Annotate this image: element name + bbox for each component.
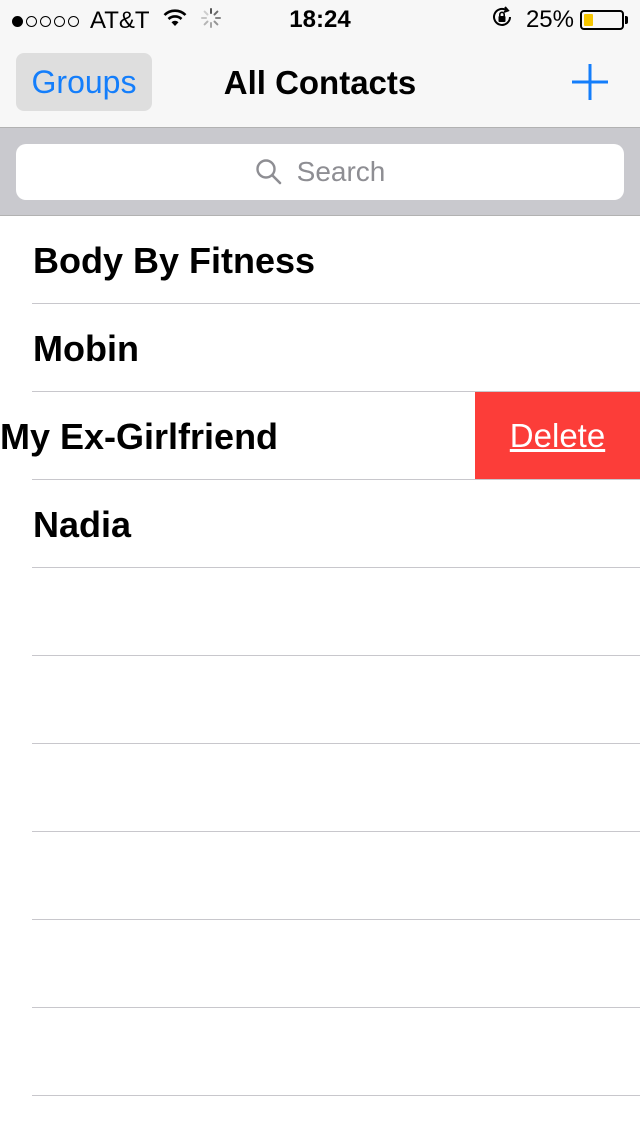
search-icon: [255, 158, 283, 186]
contact-name: Nadia: [33, 504, 132, 545]
empty-row: [0, 920, 640, 1008]
status-bar: AT&T 18:24 25%: [0, 0, 640, 40]
row-separator: [32, 1095, 640, 1096]
battery-percent: 25%: [525, 6, 574, 33]
empty-row: [0, 568, 640, 656]
search-bar-container: Search: [0, 128, 640, 216]
delete-button[interactable]: Delete: [475, 392, 640, 480]
page-title: All Contacts: [223, 64, 417, 101]
contact-row[interactable]: Mobin: [0, 304, 640, 392]
empty-row: [0, 1008, 640, 1096]
battery-icon: [580, 10, 624, 30]
rotation-lock-icon: [490, 5, 514, 36]
contact-row[interactable]: Nadia: [0, 480, 640, 568]
contact-row[interactable]: Body By Fitness: [0, 216, 640, 304]
status-right: 25%: [490, 5, 628, 36]
navigation-bar: Groups All Contacts: [0, 40, 640, 128]
contact-name: Mobin: [33, 328, 139, 369]
battery-tip: [625, 16, 628, 24]
contact-row-swiped[interactable]: My Ex-Girlfriend Delete: [0, 392, 640, 480]
contacts-screen: AT&T 18:24 25% Groups All Contacts Searc…: [0, 0, 640, 1136]
add-contact-button[interactable]: [570, 62, 610, 102]
plus-icon: [572, 64, 608, 100]
battery-level-fill: [584, 14, 593, 26]
empty-row: [0, 744, 640, 832]
contact-name: Body By Fitness: [33, 240, 316, 281]
empty-row: [0, 656, 640, 744]
search-placeholder: Search: [296, 156, 386, 187]
contact-name: My Ex-Girlfriend: [0, 416, 279, 457]
search-input[interactable]: Search: [16, 144, 624, 200]
contacts-list: Body By Fitness Mobin My Ex-Girlfriend D…: [0, 216, 640, 1096]
empty-row: [0, 832, 640, 920]
